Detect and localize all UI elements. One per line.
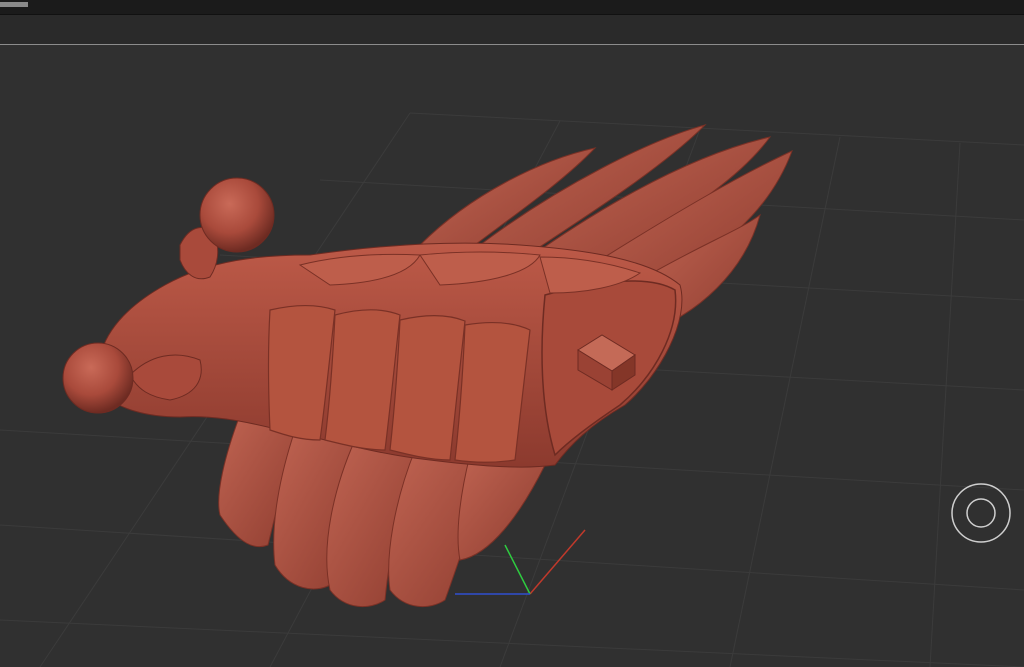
viewport-scene [0, 112, 1024, 667]
3d-viewport[interactable] [0, 45, 1024, 667]
menu-tab-indicator[interactable] [0, 2, 28, 7]
tool-options-bar [0, 15, 1024, 44]
armor-plates [267, 304, 531, 463]
front-sphere [62, 342, 134, 414]
y-axis-line [504, 544, 531, 595]
orbit-circle-icon[interactable] [951, 483, 1011, 543]
top-sphere [199, 177, 275, 253]
top-menu-bar [0, 0, 1024, 15]
